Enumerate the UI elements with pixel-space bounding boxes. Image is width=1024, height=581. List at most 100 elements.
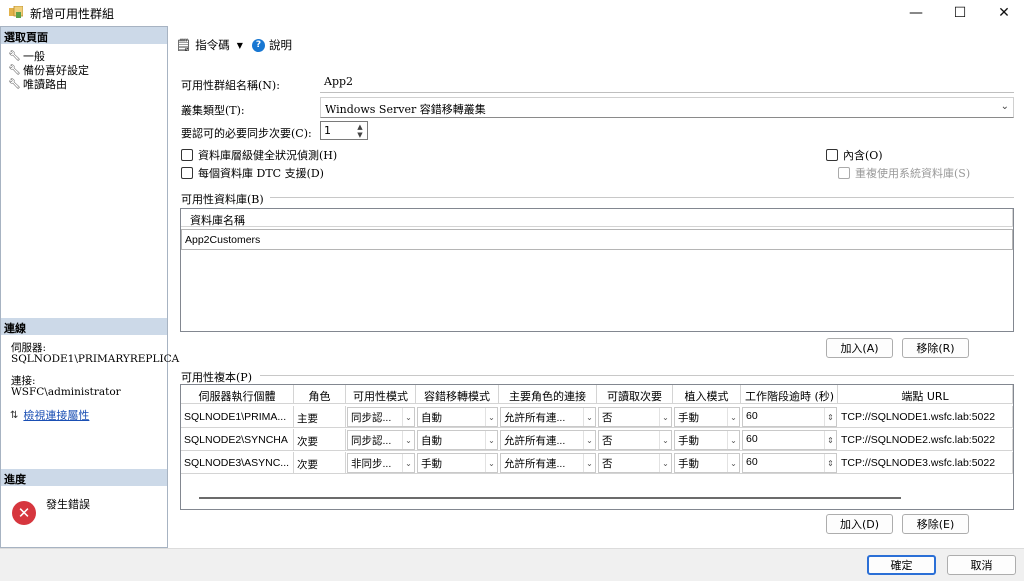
group-divider	[270, 197, 1014, 198]
ok-button[interactable]: 確定	[867, 555, 936, 575]
checkbox-icon	[181, 149, 193, 161]
column-header[interactable]: 工作階段逾時 (秒)	[741, 385, 838, 404]
chevron-down-icon[interactable]: ⌄	[402, 408, 414, 426]
role-cell[interactable]: 次要	[294, 452, 346, 474]
chevron-down-icon[interactable]: ⌄	[659, 454, 671, 472]
failover-dropdown[interactable]: 自動 ⌄	[417, 430, 498, 450]
close-button[interactable]: ✕	[984, 2, 1024, 24]
spinner-arrows-icon[interactable]: ⇕	[824, 454, 836, 472]
primary-conn-dropdown[interactable]: 允許所有連... ⌄	[500, 453, 596, 473]
session-timeout-stepper[interactable]: 60 ⇕	[742, 453, 837, 473]
chevron-down-icon[interactable]: ⌄	[583, 431, 595, 449]
contained-checkbox[interactable]: 內含(O)	[826, 147, 883, 163]
chevron-down-icon[interactable]: ⌄	[727, 408, 739, 426]
column-header[interactable]: 可讀取次要	[597, 385, 673, 404]
server-instance-cell[interactable]: SQLNODE3\ASYNC...	[181, 452, 294, 474]
dropdown-value: 手動	[421, 458, 442, 470]
column-header[interactable]: 端點 URL	[838, 385, 1013, 404]
wrench-icon: 🔧︎	[8, 64, 21, 76]
view-connection-link[interactable]: 檢視連接屬性	[23, 407, 89, 423]
column-header[interactable]: 伺服器執行個體	[181, 385, 294, 404]
chevron-down-icon[interactable]: ⌄	[727, 431, 739, 449]
chevron-down-icon[interactable]: ⌄	[659, 408, 671, 426]
maximize-button[interactable]: ☐	[940, 2, 980, 24]
table-row[interactable]: SQLNODE2\SYNCHA 次要 同步認... ⌄ 自動 ⌄ 允許所有連... ⌄ 否 ⌄ 手動…	[181, 429, 1013, 451]
endpoint-url-cell[interactable]: TCP://SQLNODE2.wsfc.lab:5022	[838, 429, 1013, 451]
primary-conn-dropdown[interactable]: 允許所有連... ⌄	[500, 430, 596, 450]
readable-dropdown[interactable]: 否 ⌄	[598, 453, 672, 473]
cluster-type-select[interactable]: Windows Server 容錯移轉叢集 ⌄	[320, 97, 1014, 118]
chevron-down-icon[interactable]: ⌄	[485, 408, 497, 426]
view-connection-properties[interactable]: ⇅ 檢視連接屬性	[10, 407, 89, 423]
database-name-column-header[interactable]: 資料庫名稱	[181, 209, 1013, 227]
cancel-button[interactable]: 取消	[947, 555, 1016, 575]
connection-value: WSFC\administrator	[11, 386, 121, 398]
add-replica-button[interactable]: 加入(D)	[826, 514, 893, 534]
dropdown-value: 同步認...	[351, 412, 392, 424]
spinner-arrows-icon[interactable]: ▲ ▼	[354, 123, 366, 139]
help-button[interactable]: ? 說明	[252, 37, 292, 53]
dropdown-value: 手動	[678, 458, 699, 470]
availability-dropdown[interactable]: 同步認... ⌄	[347, 430, 415, 450]
role-cell[interactable]: 主要	[294, 406, 346, 428]
readable-dropdown[interactable]: 否 ⌄	[598, 430, 672, 450]
column-header[interactable]: 可用性模式	[346, 385, 416, 404]
sidebar-item-readonly-routing[interactable]: 🔧︎ 唯讀路由	[8, 76, 67, 92]
readable-dropdown[interactable]: 否 ⌄	[598, 407, 672, 427]
remove-replica-button[interactable]: 移除(E)	[902, 514, 969, 534]
minimize-button[interactable]: —	[896, 2, 936, 24]
dropdown-value: 否	[602, 412, 613, 424]
chevron-down-icon[interactable]: ⌄	[485, 431, 497, 449]
endpoint-url-cell[interactable]: TCP://SQLNODE3.wsfc.lab:5022	[838, 452, 1013, 474]
column-header[interactable]: 角色	[294, 385, 346, 404]
chevron-down-icon[interactable]: ⌄	[485, 454, 497, 472]
checkbox-icon	[838, 167, 850, 179]
script-button[interactable]: 🗒︎ 指令碼 ▼	[176, 37, 243, 53]
reuse-system-db-checkbox[interactable]: 重複使用系統資料庫(S)	[838, 165, 970, 181]
ag-name-input[interactable]: App2	[320, 72, 1014, 93]
app-icon	[9, 5, 24, 18]
chevron-down-icon[interactable]: ⌄	[659, 431, 671, 449]
role-cell[interactable]: 次要	[294, 429, 346, 451]
seeding-dropdown[interactable]: 手動 ⌄	[674, 430, 740, 450]
primary-conn-dropdown[interactable]: 允許所有連... ⌄	[500, 407, 596, 427]
availability-dropdown[interactable]: 非同步... ⌄	[347, 453, 415, 473]
remove-database-button[interactable]: 移除(R)	[902, 338, 969, 358]
db-health-label: 資料庫層級健全狀況偵測(H)	[198, 149, 338, 162]
chevron-down-icon[interactable]: ⌄	[727, 454, 739, 472]
select-page-header: 選取頁面	[1, 27, 167, 44]
server-instance-cell[interactable]: SQLNODE1\PRIMA...	[181, 406, 294, 428]
table-row[interactable]: App2Customers	[181, 229, 1013, 250]
failover-dropdown[interactable]: 手動 ⌄	[417, 453, 498, 473]
seeding-dropdown[interactable]: 手動 ⌄	[674, 407, 740, 427]
session-timeout-stepper[interactable]: 60 ⇕	[742, 407, 837, 427]
table-row[interactable]: SQLNODE1\PRIMA... 主要 同步認... ⌄ 自動 ⌄ 允許所有連... ⌄ 否 ⌄…	[181, 406, 1013, 428]
server-value: SQLNODE1\PRIMARYREPLICA	[11, 353, 180, 365]
availability-dropdown[interactable]: 同步認... ⌄	[347, 407, 415, 427]
dtc-support-checkbox[interactable]: 每個資料庫 DTC 支援(D)	[181, 165, 324, 181]
server-instance-cell[interactable]: SQLNODE2\SYNCHA	[181, 429, 294, 451]
column-header[interactable]: 植入模式	[673, 385, 741, 404]
cluster-type-label: 叢集類型(T):	[181, 104, 245, 117]
session-timeout-stepper[interactable]: 60 ⇕	[742, 430, 837, 450]
chevron-down-icon: ⌄	[1000, 101, 1009, 112]
table-row[interactable]: SQLNODE3\ASYNC... 次要 非同步... ⌄ 手動 ⌄ 允許所有連... ⌄ 否 ⌄…	[181, 452, 1013, 474]
chevron-down-icon[interactable]: ⌄	[583, 454, 595, 472]
failover-dropdown[interactable]: 自動 ⌄	[417, 407, 498, 427]
checkbox-icon	[181, 167, 193, 179]
column-header[interactable]: 主要角色的連接	[499, 385, 597, 404]
column-header[interactable]: 容錯移轉模式	[416, 385, 499, 404]
dropdown-value: 允許所有連...	[504, 458, 566, 470]
add-database-button[interactable]: 加入(A)	[826, 338, 893, 358]
endpoint-url-cell[interactable]: TCP://SQLNODE1.wsfc.lab:5022	[838, 406, 1013, 428]
horizontal-scrollbar[interactable]	[199, 497, 901, 499]
db-health-detection-checkbox[interactable]: 資料庫層級健全狀況偵測(H)	[181, 147, 337, 163]
spinner-arrows-icon[interactable]: ⇕	[824, 431, 836, 449]
chevron-down-icon[interactable]: ⌄	[402, 454, 414, 472]
required-sync-stepper[interactable]: 1 ▲ ▼	[320, 121, 368, 140]
chevron-down-icon[interactable]: ⌄	[583, 408, 595, 426]
spinner-arrows-icon[interactable]: ⇕	[824, 408, 836, 426]
chevron-down-icon[interactable]: ⌄	[402, 431, 414, 449]
seeding-dropdown[interactable]: 手動 ⌄	[674, 453, 740, 473]
connection-header: 連線	[1, 318, 167, 335]
